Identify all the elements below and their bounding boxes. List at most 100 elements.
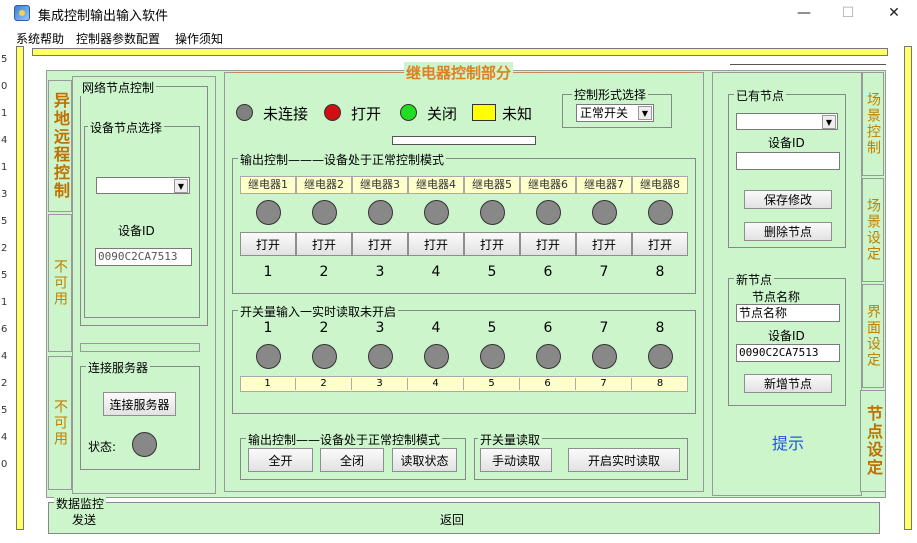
edge-digit: 4 xyxy=(1,135,8,146)
left-edge-strip: 5 0 1 4 1 3 5 2 5 1 6 4 2 5 4 0 xyxy=(0,46,12,543)
all-on-button[interactable]: 全开 xyxy=(248,448,313,472)
mode-combo[interactable]: 正常开关 ▼ xyxy=(576,104,654,122)
top-yellow-bar xyxy=(32,48,888,56)
input-status-indicator xyxy=(648,344,673,369)
edge-digit: 2 xyxy=(1,243,8,254)
legend-label: 未知 xyxy=(502,105,533,123)
chevron-down-icon: ▼ xyxy=(822,115,836,129)
input-number: 5 xyxy=(487,320,497,336)
switch-read-title: 开关量读取 xyxy=(478,431,543,448)
existing-device-id-field[interactable] xyxy=(736,152,840,170)
device-id-field[interactable]: 0090C2CA7513 xyxy=(95,248,192,266)
save-changes-button[interactable]: 保存修改 xyxy=(744,190,832,209)
relay-open-button[interactable]: 打开 xyxy=(520,232,576,256)
read-status-button[interactable]: 读取状态 xyxy=(392,448,457,472)
close-button[interactable]: ✕ xyxy=(882,3,906,23)
relay-open-button[interactable]: 打开 xyxy=(240,232,296,256)
realtime-read-button[interactable]: 开启实时读取 xyxy=(568,448,680,472)
tab-remote-control[interactable]: 异地远程控制 xyxy=(48,80,72,212)
edge-digit: 0 xyxy=(1,81,8,92)
legend-swatch xyxy=(324,104,341,121)
edge-digit: 5 xyxy=(1,405,8,416)
relay-number: 4 xyxy=(431,264,441,280)
relay-status-indicator xyxy=(592,200,617,225)
legend-swatch xyxy=(400,104,417,121)
existing-device-id-label: 设备ID xyxy=(768,136,805,150)
relay-number: 5 xyxy=(487,264,497,280)
switch-input-group xyxy=(232,310,696,414)
divider-strip xyxy=(80,343,200,352)
tab-scene-control[interactable]: 场景控制 xyxy=(862,72,884,176)
relay-number: 3 xyxy=(375,264,385,280)
input-number: 6 xyxy=(543,320,553,336)
legend-label: 关闭 xyxy=(427,105,458,123)
minimize-button[interactable]: — xyxy=(792,3,816,23)
device-select-title: 设备节点选择 xyxy=(88,119,165,136)
menu-instructions[interactable]: 操作须知 xyxy=(175,30,223,47)
app-icon xyxy=(14,5,30,21)
tab-unavailable-1[interactable]: 不可用 xyxy=(48,214,72,352)
relay-label: 继电器2 xyxy=(296,176,352,194)
progress-strip xyxy=(392,136,536,145)
all-off-button[interactable]: 全闭 xyxy=(320,448,384,472)
relay-label: 继电器1 xyxy=(240,176,296,194)
node-name-field[interactable]: 节点名称 xyxy=(736,304,840,322)
send-label: 发送 xyxy=(72,513,97,527)
edge-digit: 4 xyxy=(1,432,8,443)
server-status-indicator xyxy=(132,432,157,457)
device-id-label: 设备ID xyxy=(118,224,155,238)
input-number: 1 xyxy=(263,320,273,336)
edge-digit: 4 xyxy=(1,351,8,362)
relay-label: 继电器3 xyxy=(352,176,408,194)
hint-link[interactable]: 提示 xyxy=(772,430,804,454)
input-label: 5 xyxy=(464,378,520,390)
new-device-id-label: 设备ID xyxy=(768,329,805,343)
mode-value: 正常开关 xyxy=(580,106,629,120)
back-label[interactable]: 返回 xyxy=(440,511,464,528)
input-label: 4 xyxy=(408,378,464,390)
relay-status-indicator xyxy=(368,200,393,225)
input-status-indicator xyxy=(368,344,393,369)
tab-node-settings[interactable]: 节点设定 xyxy=(860,390,886,492)
existing-node-combo[interactable]: ▼ xyxy=(736,113,838,130)
tab-interface-settings[interactable]: 界面设定 xyxy=(862,284,884,388)
connect-server-button[interactable]: 连接服务器 xyxy=(103,392,176,416)
delete-node-button[interactable]: 删除节点 xyxy=(744,222,832,241)
device-node-combo[interactable]: ▼ xyxy=(96,177,190,194)
tab-unavailable-2[interactable]: 不可用 xyxy=(48,356,72,490)
input-label: 2 xyxy=(296,378,352,390)
relay-open-button[interactable]: 打开 xyxy=(296,232,352,256)
switch-input-title: 开关量输入一实时读取未开启 xyxy=(238,303,399,320)
relay-open-button[interactable]: 打开 xyxy=(464,232,520,256)
node-name-label: 节点名称 xyxy=(752,290,801,304)
relay-open-button[interactable]: 打开 xyxy=(352,232,408,256)
relay-label: 继电器6 xyxy=(520,176,576,194)
menu-system-help[interactable]: 系统帮助 xyxy=(16,30,64,47)
relay-status-indicator xyxy=(480,200,505,225)
edge-digit: 6 xyxy=(1,324,8,335)
add-node-button[interactable]: 新增节点 xyxy=(744,374,832,393)
input-status-indicator xyxy=(536,344,561,369)
relay-status-indicator xyxy=(256,200,281,225)
network-node-title: 网络节点控制 xyxy=(80,79,157,96)
input-status-indicator xyxy=(592,344,617,369)
relay-number: 1 xyxy=(263,264,273,280)
manual-read-button[interactable]: 手动读取 xyxy=(480,448,552,472)
edge-digit: 5 xyxy=(1,270,8,281)
input-label: 8 xyxy=(656,378,664,389)
top-right-divider xyxy=(730,64,886,65)
menu-controller-config[interactable]: 控制器参数配置 xyxy=(76,30,160,47)
relay-status-indicator xyxy=(312,200,337,225)
edge-digit: 0 xyxy=(1,459,8,470)
server-status-label: 状态: xyxy=(88,440,117,454)
relay-open-button[interactable]: 打开 xyxy=(632,232,688,256)
maximize-button[interactable]: ☐ xyxy=(836,3,860,23)
new-device-id-field[interactable]: 0090C2CA7513 xyxy=(736,344,840,362)
server-title: 连接服务器 xyxy=(86,359,151,376)
mode-select-title: 控制形式选择 xyxy=(572,86,649,103)
relay-open-button[interactable]: 打开 xyxy=(408,232,464,256)
edge-digit: 1 xyxy=(1,297,8,308)
tab-scene-settings[interactable]: 场景设定 xyxy=(862,178,884,282)
relay-open-button[interactable]: 打开 xyxy=(576,232,632,256)
data-monitor-title: 数据监控 xyxy=(54,495,107,512)
